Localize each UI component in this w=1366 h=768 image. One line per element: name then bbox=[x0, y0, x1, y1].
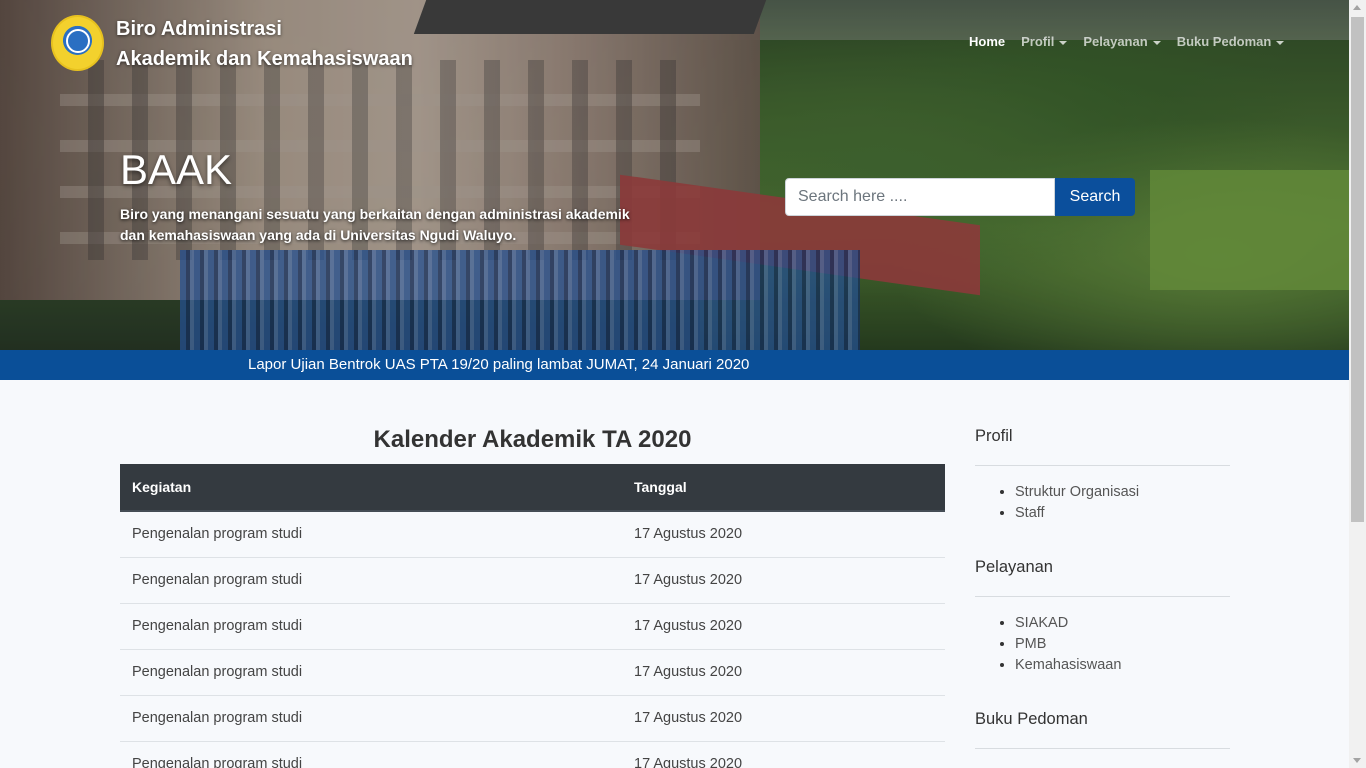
nav-profil[interactable]: Profil bbox=[1021, 34, 1068, 49]
brand-line-2: Akademik dan Kemahasiswaan bbox=[116, 48, 413, 70]
globe-icon bbox=[66, 29, 90, 53]
sidebar-link-struktur-organisasi[interactable]: Struktur Organisasi bbox=[1015, 482, 1230, 503]
column-header-tanggal: Tanggal bbox=[622, 464, 945, 512]
sidebar-link-staff[interactable]: Staff bbox=[1015, 503, 1230, 524]
announcement-ticker: Lapor Ujian Bentrok UAS PTA 19/20 paling… bbox=[0, 350, 1349, 380]
chevron-down-icon bbox=[1276, 40, 1285, 45]
chevron-down-icon bbox=[1152, 40, 1161, 45]
table-row: Pengenalan program studi 17 Agustus 2020 bbox=[120, 511, 945, 558]
scrollbar-thumb[interactable] bbox=[1351, 17, 1364, 522]
university-logo[interactable] bbox=[51, 15, 104, 71]
nav-pelayanan[interactable]: Pelayanan bbox=[1083, 34, 1161, 49]
sidebar-heading-profil: Profil bbox=[975, 427, 1013, 445]
announcement-text[interactable]: Lapor Ujian Bentrok UAS PTA 19/20 paling… bbox=[248, 350, 749, 380]
main-nav: Home Profil Pelayanan Buku Pedoman bbox=[969, 34, 1300, 49]
nav-buku-pedoman[interactable]: Buku Pedoman bbox=[1177, 34, 1285, 49]
cell-tanggal: 17 Agustus 2020 bbox=[622, 557, 945, 604]
sidebar-heading-pelayanan: Pelayanan bbox=[975, 558, 1053, 576]
cell-kegiatan: Pengenalan program studi bbox=[120, 695, 622, 742]
cell-tanggal: 17 Agustus 2020 bbox=[622, 603, 945, 650]
divider bbox=[975, 596, 1230, 597]
hero-title: BAAK bbox=[120, 146, 233, 193]
brand-line-1: Biro Administrasi bbox=[116, 18, 282, 40]
sidebar-profil: Profil Struktur Organisasi Staff bbox=[975, 427, 1230, 524]
search-input[interactable] bbox=[785, 178, 1055, 216]
sidebar-pelayanan: Pelayanan SIAKAD PMB Kemahasiswaan bbox=[975, 558, 1230, 676]
sidebar-list-profil: Struktur Organisasi Staff bbox=[975, 482, 1230, 524]
table-row: Pengenalan program studi 17 Agustus 2020 bbox=[120, 649, 945, 696]
search-button[interactable]: Search bbox=[1055, 178, 1135, 216]
sidebar-link-kemahasiswaan[interactable]: Kemahasiswaan bbox=[1015, 655, 1230, 676]
hero-description: Biro yang menangani sesuatu yang berkait… bbox=[120, 206, 630, 243]
cell-kegiatan: Pengenalan program studi bbox=[120, 603, 622, 650]
table-row: Pengenalan program studi 17 Agustus 2020 bbox=[120, 603, 945, 650]
sidebar-link-pmb[interactable]: PMB bbox=[1015, 634, 1230, 655]
page-scrollbar[interactable] bbox=[1349, 0, 1366, 768]
divider bbox=[975, 748, 1230, 749]
sidebar-heading-buku-pedoman: Buku Pedoman bbox=[975, 710, 1088, 728]
calendar-title: Kalender Akademik TA 2020 bbox=[373, 426, 692, 453]
nav-buku-pedoman-label: Buku Pedoman bbox=[1176, 34, 1272, 49]
search-form: Search bbox=[785, 178, 1135, 216]
table-row: Pengenalan program studi 17 Agustus 2020 bbox=[120, 695, 945, 742]
nav-profil-label: Profil bbox=[1021, 34, 1055, 49]
column-header-kegiatan: Kegiatan bbox=[120, 464, 622, 512]
calendar-table: Kegiatan Tanggal Pengenalan program stud… bbox=[120, 464, 945, 768]
cell-tanggal: 17 Agustus 2020 bbox=[622, 511, 945, 558]
table-header-row: Kegiatan Tanggal bbox=[120, 464, 945, 512]
sidebar-link-siakad[interactable]: SIAKAD bbox=[1015, 613, 1230, 634]
site-brand[interactable]: Biro Administrasi Akademik dan Kemahasis… bbox=[116, 14, 413, 74]
sidebar-list-pelayanan: SIAKAD PMB Kemahasiswaan bbox=[975, 613, 1230, 676]
scroll-down-icon[interactable] bbox=[1353, 758, 1361, 763]
cell-kegiatan: Pengenalan program studi bbox=[120, 511, 622, 558]
nav-pelayanan-label: Pelayanan bbox=[1083, 34, 1148, 49]
table-row: Pengenalan program studi 17 Agustus 2020 bbox=[120, 741, 945, 768]
cell-tanggal: 17 Agustus 2020 bbox=[622, 741, 945, 768]
cell-tanggal: 17 Agustus 2020 bbox=[622, 649, 945, 696]
cell-tanggal: 17 Agustus 2020 bbox=[622, 695, 945, 742]
cell-kegiatan: Pengenalan program studi bbox=[120, 741, 622, 768]
chevron-down-icon bbox=[1059, 40, 1068, 45]
table-row: Pengenalan program studi 17 Agustus 2020 bbox=[120, 557, 945, 604]
sidebar-buku-pedoman: Buku Pedoman bbox=[975, 710, 1230, 765]
scroll-up-icon[interactable] bbox=[1353, 5, 1361, 10]
cell-kegiatan: Pengenalan program studi bbox=[120, 557, 622, 604]
nav-home[interactable]: Home bbox=[969, 34, 1005, 49]
divider bbox=[975, 465, 1230, 466]
cell-kegiatan: Pengenalan program studi bbox=[120, 649, 622, 696]
